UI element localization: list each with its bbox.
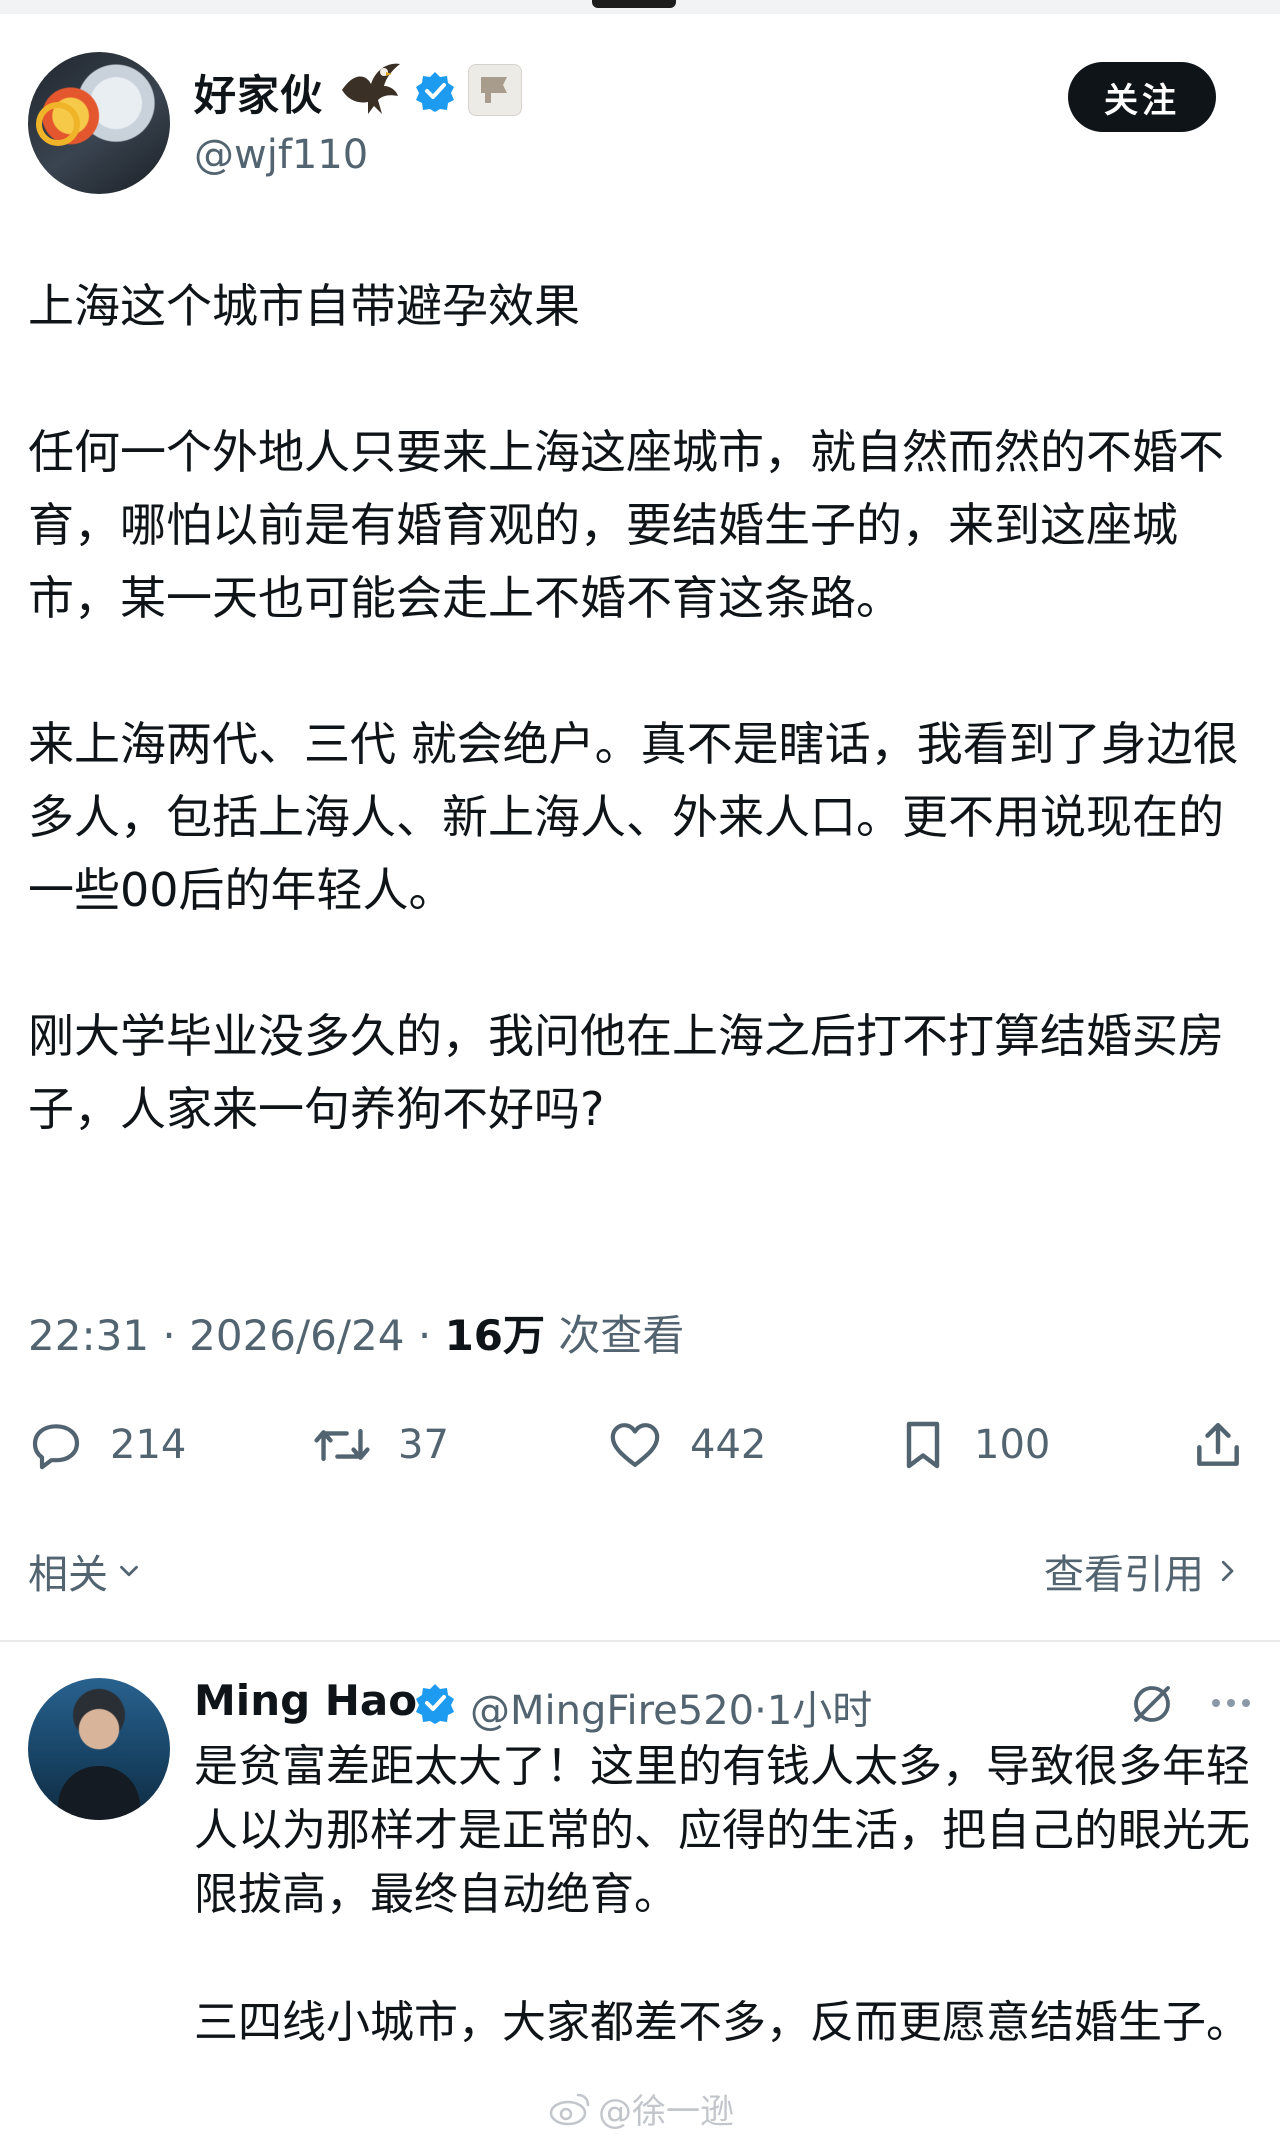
- post-paragraph: 任何一个外地人只要来上海这座城市，就自然而然的不婚不育，哪怕以前是有婚育观的，要…: [28, 425, 1224, 625]
- related-label: 相关: [28, 1552, 108, 1598]
- post-time[interactable]: 22:31: [28, 1311, 149, 1360]
- post-date[interactable]: 2026/6/24: [189, 1311, 404, 1360]
- verified-icon: [414, 70, 456, 112]
- meta-separator: ·: [754, 1688, 767, 1734]
- weibo-logo-icon: [549, 2093, 590, 2125]
- avatar-ring-decoration: [36, 102, 80, 146]
- divider: [0, 1640, 1280, 1642]
- flag-icon: [468, 64, 522, 116]
- meta-separator: ·: [417, 1311, 432, 1360]
- reply-avatar[interactable]: [28, 1678, 170, 1820]
- post-header: 好家伙 @wjf110 关注: [28, 52, 1252, 202]
- more-options-icon[interactable]: [1206, 1688, 1256, 1718]
- like-count: 442: [690, 1422, 767, 1468]
- repost-icon: [314, 1428, 370, 1462]
- eagle-icon: [340, 60, 402, 118]
- author-handle[interactable]: @wjf110: [194, 132, 368, 178]
- share-icon: [1197, 1422, 1239, 1466]
- avatar-figure: [58, 1766, 140, 1820]
- repost-button[interactable]: 37: [312, 1410, 449, 1480]
- post-paragraph: 来上海两代、三代 就会绝户。真不是瞎话，我看到了身边很多人，包括上海人、新上海人…: [28, 717, 1239, 917]
- reply-time[interactable]: 1小时: [767, 1688, 872, 1734]
- share-button[interactable]: [1190, 1410, 1272, 1480]
- watermark-text: @徐一逊: [598, 2092, 734, 2132]
- chevron-down-icon: [120, 1565, 138, 1577]
- reply-button[interactable]: 214: [28, 1410, 186, 1480]
- related-dropdown[interactable]: 相关: [28, 1542, 146, 1600]
- related-row: 相关 查看引用: [28, 1538, 1252, 1598]
- reply-paragraph: 三四线小城市，大家都差不多，反而更愿意结婚生子。: [194, 1997, 1250, 2048]
- post-paragraph: 上海这个城市自带避孕效果: [28, 279, 580, 333]
- chevron-right-icon: [1221, 1560, 1234, 1582]
- views-label: 次查看: [558, 1311, 685, 1360]
- reply-icon: [32, 1424, 80, 1470]
- author-avatar[interactable]: [28, 52, 170, 194]
- verified-icon: [414, 1682, 456, 1724]
- status-strip: [0, 0, 1280, 14]
- follow-button[interactable]: 关注: [1068, 62, 1216, 132]
- action-bar: 214 37 442 100: [28, 1410, 1252, 1480]
- reply-paragraph: 是贫富差距太大了！这里的有钱人太多，导致很多年轻人以为那样才是正常的、应得的生活…: [194, 1741, 1250, 1920]
- reply-author-name[interactable]: Ming Hao: [194, 1676, 417, 1725]
- reply-handle[interactable]: @MingFire520: [470, 1688, 754, 1734]
- post-meta: 22:31 · 2026/6/24 · 16万 次查看: [28, 1302, 684, 1363]
- heart-icon: [610, 1423, 660, 1467]
- post-text: 上海这个城市自带避孕效果 任何一个外地人只要来上海这座城市，就自然而然的不婚不育…: [28, 270, 1248, 1219]
- view-quotes-link[interactable]: 查看引用: [1044, 1542, 1242, 1600]
- reply-count: 214: [110, 1422, 187, 1468]
- bookmark-button[interactable]: 100: [898, 1410, 1050, 1480]
- reply-header: Ming Hao @MingFire520·1小时: [194, 1672, 1256, 1734]
- camera-notch: [592, 0, 676, 8]
- meta-separator: ·: [162, 1311, 176, 1360]
- bookmark-count: 100: [974, 1422, 1051, 1468]
- bookmark-icon: [906, 1421, 940, 1469]
- like-button[interactable]: 442: [606, 1410, 766, 1480]
- grok-icon[interactable]: [1128, 1680, 1176, 1728]
- repost-count: 37: [398, 1422, 449, 1468]
- author-name[interactable]: 好家伙: [194, 62, 323, 123]
- post-paragraph: 刚大学毕业没多久的，我问他在上海之后打不打算结婚买房子，人家来一句养狗不好吗?: [28, 1009, 1224, 1136]
- reply-handle-time: @MingFire520·1小时: [470, 1678, 872, 1736]
- watermark: @徐一逊: [548, 2084, 734, 2133]
- views-count[interactable]: 16万: [445, 1311, 545, 1360]
- reply-text: 是贫富差距太大了！这里的有钱人太多，导致很多年轻人以为那样才是正常的、应得的生活…: [194, 1735, 1254, 2119]
- view-quotes-label: 查看引用: [1044, 1552, 1204, 1598]
